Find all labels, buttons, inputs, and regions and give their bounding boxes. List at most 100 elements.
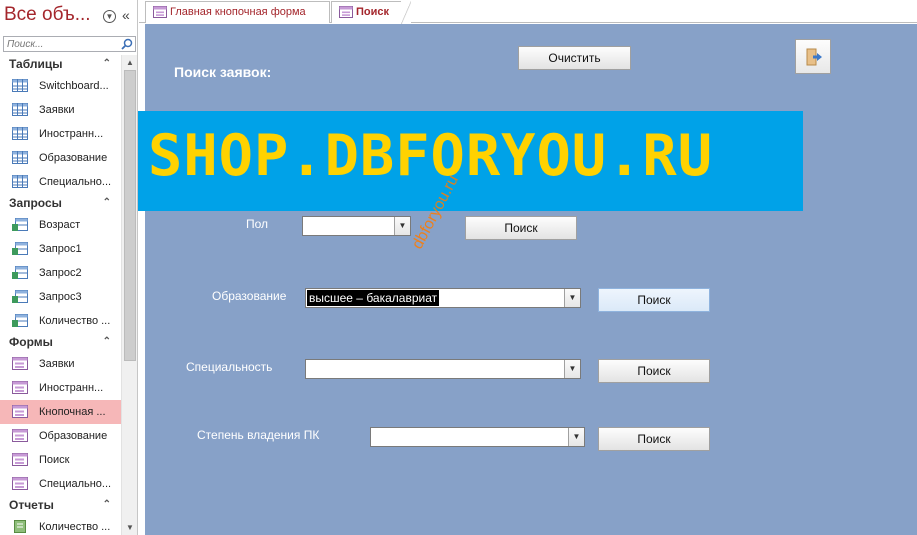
pc-skill-combo[interactable]: ▼	[370, 427, 585, 447]
nav-item-query[interactable]: Количество ...	[0, 309, 121, 333]
nav-group-tables[interactable]: Таблицы ⌃	[0, 55, 121, 74]
exit-button[interactable]	[795, 39, 831, 74]
specialty-combo[interactable]: ▼	[305, 359, 581, 379]
gender-label: Пол	[246, 217, 269, 231]
table-icon	[12, 127, 28, 140]
search-icon[interactable]	[121, 38, 133, 50]
nav-item-form[interactable]: Заявки	[0, 352, 121, 376]
chevron-down-icon[interactable]: ▼	[568, 428, 584, 446]
nav-pane-title[interactable]: Все объ...	[4, 4, 91, 26]
nav-item-label: Количество ...	[39, 315, 111, 327]
nav-group-forms[interactable]: Формы ⌃	[0, 333, 121, 352]
table-icon	[12, 151, 28, 164]
nav-item-label: Специально...	[39, 176, 112, 188]
table-icon	[12, 175, 28, 188]
nav-item-form[interactable]: Специально...	[0, 472, 121, 496]
nav-item-query[interactable]: Запрос3	[0, 285, 121, 309]
document-tab-bar: Главная кнопочная форма Поиск	[139, 0, 917, 24]
nav-item-label: Поиск	[39, 454, 70, 466]
collapse-pane-icon[interactable]: «	[122, 7, 130, 23]
nav-group-reports[interactable]: Отчеты ⌃	[0, 496, 121, 515]
nav-group-label: Формы	[9, 335, 53, 349]
nav-item-table[interactable]: Заявки	[0, 98, 121, 122]
specialty-label: Специальность	[186, 360, 273, 374]
form-icon	[153, 6, 167, 18]
nav-item-label: Иностранн...	[39, 128, 104, 140]
search-pc-skill-button[interactable]: Поиск	[598, 427, 710, 451]
chevron-down-icon[interactable]: ▼	[564, 360, 580, 378]
nav-item-label: Запрос3	[39, 291, 82, 303]
nav-item-label: Образование	[39, 152, 108, 164]
nav-group-label: Отчеты	[9, 498, 54, 512]
gender-combo[interactable]: ▼	[302, 216, 411, 236]
query-icon	[12, 314, 28, 327]
nav-item-label: Образование	[39, 430, 108, 442]
nav-item-table[interactable]: Образование	[0, 146, 121, 170]
nav-item-form[interactable]: Поиск	[0, 448, 121, 472]
nav-item-label: Заявки	[39, 104, 75, 116]
nav-item-form[interactable]: Иностранн...	[0, 376, 121, 400]
form-icon	[12, 429, 28, 442]
query-icon	[12, 242, 28, 255]
form-icon	[12, 453, 28, 466]
nav-item-query[interactable]: Возраст	[0, 213, 121, 237]
specialty-value	[307, 361, 311, 377]
search-specialty-button[interactable]: Поиск	[598, 359, 710, 383]
nav-item-label: Запрос1	[39, 243, 82, 255]
nav-search-input[interactable]	[4, 37, 116, 51]
scroll-down-arrow-icon[interactable]: ▼	[126, 523, 134, 532]
nav-item-form-selected[interactable]: Кнопочная ...	[0, 400, 121, 424]
nav-group-queries[interactable]: Запросы ⌃	[0, 194, 121, 213]
nav-item-label: Возраст	[39, 219, 81, 231]
pc-skill-label: Степень владения ПК	[197, 428, 320, 442]
nav-item-table[interactable]: Switchboard...	[0, 74, 121, 98]
nav-group-label: Таблицы	[9, 57, 63, 71]
nav-item-label: Кнопочная ...	[39, 406, 106, 418]
nav-item-report[interactable]: Количество ...	[0, 515, 121, 535]
form-icon	[339, 6, 353, 18]
nav-object-list: Таблицы ⌃ Switchboard... Заявки Иностран…	[0, 55, 121, 535]
form-icon	[12, 405, 28, 418]
chevron-down-icon[interactable]: ▼	[103, 10, 116, 23]
watermark-banner: SHOP.DBFORYOU.RU	[138, 111, 803, 211]
nav-item-label: Иностранн...	[39, 382, 104, 394]
scroll-thumb[interactable]	[124, 70, 136, 361]
nav-search-box[interactable]	[3, 36, 136, 52]
search-gender-button[interactable]: Поиск	[465, 216, 577, 240]
nav-group-label: Запросы	[9, 196, 62, 210]
nav-item-table[interactable]: Специально...	[0, 170, 121, 194]
nav-item-table[interactable]: Иностранн...	[0, 122, 121, 146]
table-icon	[12, 79, 28, 92]
nav-scrollbar[interactable]: ▲ ▼	[121, 55, 137, 535]
nav-item-query[interactable]: Запрос2	[0, 261, 121, 285]
chevron-up-icon[interactable]: ⌃	[103, 194, 111, 212]
scroll-up-arrow-icon[interactable]: ▲	[126, 58, 134, 67]
form-title: Поиск заявок:	[174, 64, 272, 80]
query-icon	[12, 266, 28, 279]
form-icon	[12, 381, 28, 394]
chevron-down-icon[interactable]: ▼	[394, 217, 410, 235]
form-icon	[12, 477, 28, 490]
education-value: высшее – бакалавриат	[307, 290, 440, 306]
search-education-button[interactable]: Поиск	[598, 288, 710, 312]
table-icon	[12, 103, 28, 116]
nav-item-query[interactable]: Запрос1	[0, 237, 121, 261]
nav-item-form[interactable]: Образование	[0, 424, 121, 448]
tab-main-switchboard[interactable]: Главная кнопочная форма	[145, 1, 330, 23]
pc-skill-value	[372, 429, 376, 445]
education-combo[interactable]: высшее – бакалавриат ▼	[305, 288, 581, 308]
chevron-down-icon[interactable]: ▼	[564, 289, 580, 307]
tab-search-active[interactable]: Поиск	[331, 1, 411, 24]
exit-door-icon	[806, 48, 822, 66]
watermark-banner-text: SHOP.DBFORYOU.RU	[148, 123, 714, 189]
education-label: Образование	[212, 289, 287, 303]
search-form: Поиск заявок: Очистить SHOP.DBFORYOU.RU …	[138, 24, 917, 535]
chevron-up-icon[interactable]: ⌃	[103, 55, 111, 73]
chevron-up-icon[interactable]: ⌃	[103, 333, 111, 351]
chevron-up-icon[interactable]: ⌃	[103, 496, 111, 514]
form-icon	[12, 357, 28, 370]
navigation-pane: Все объ... ▼ « Таблицы ⌃ Switchboard... …	[0, 0, 138, 535]
query-icon	[12, 218, 28, 231]
nav-item-label: Запрос2	[39, 267, 82, 279]
clear-button[interactable]: Очистить	[518, 46, 631, 70]
